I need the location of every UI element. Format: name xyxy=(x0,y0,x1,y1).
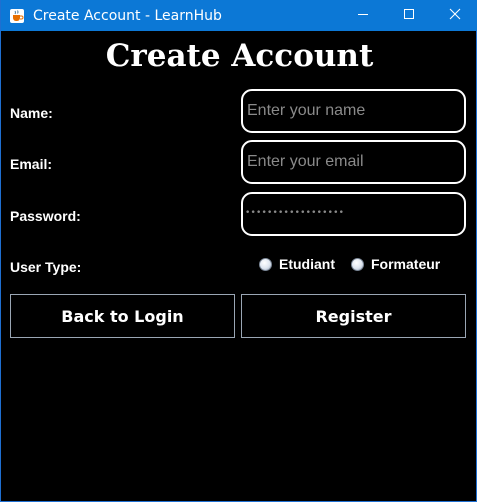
radio-formateur[interactable]: Formateur xyxy=(351,256,440,272)
maximize-button[interactable] xyxy=(386,0,432,31)
radio-formateur-label: Formateur xyxy=(371,256,441,272)
minimize-button[interactable] xyxy=(340,0,386,31)
create-account-window: Create Account - LearnHub Create Account… xyxy=(0,0,477,502)
register-button[interactable]: Register xyxy=(241,294,466,338)
radio-button-icon[interactable] xyxy=(351,257,364,271)
radio-etudiant-label: Etudiant xyxy=(279,256,335,272)
page-title: Create Account xyxy=(105,38,374,74)
title-bar[interactable]: Create Account - LearnHub xyxy=(1,0,477,31)
password-label: Password: xyxy=(10,208,81,224)
radio-button-icon[interactable] xyxy=(259,257,272,271)
email-label: Email: xyxy=(10,156,53,172)
window-title: Create Account - LearnHub xyxy=(33,7,222,24)
close-button[interactable] xyxy=(432,0,477,31)
name-label: Name: xyxy=(10,105,53,121)
close-icon xyxy=(449,7,461,25)
back-to-login-button[interactable]: Back to Login xyxy=(10,294,235,338)
email-input[interactable] xyxy=(241,140,466,184)
window-controls xyxy=(340,0,477,31)
minimize-icon xyxy=(357,7,369,25)
user-type-label: User Type: xyxy=(10,259,82,275)
user-type-radio-group: Etudiant Formateur xyxy=(259,256,440,272)
java-cup-icon xyxy=(9,8,25,24)
name-input[interactable] xyxy=(241,89,466,133)
password-input[interactable] xyxy=(241,192,466,236)
maximize-icon xyxy=(403,7,415,25)
radio-etudiant[interactable]: Etudiant xyxy=(259,256,335,272)
